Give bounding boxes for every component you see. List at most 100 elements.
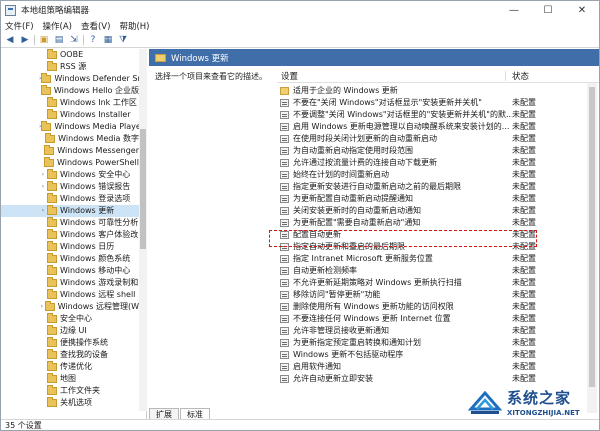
forward-arrow-icon[interactable]: ▶	[19, 35, 31, 46]
tree-scroll-thumb[interactable]	[140, 129, 146, 249]
folder-icon	[155, 53, 166, 62]
tree-item[interactable]: › Windows Defender Sr	[1, 72, 141, 85]
expand-arrow-icon[interactable]: ›	[39, 207, 47, 214]
expand-arrow-icon[interactable]: ›	[39, 183, 47, 190]
setting-row[interactable]: 不要连接任何 Windows 更新 Internet 位置 未配置	[277, 313, 587, 325]
policy-setting-icon	[280, 278, 289, 287]
menu-action[interactable]: 操作(A)	[43, 20, 72, 32]
back-arrow-icon[interactable]: ◀	[4, 35, 16, 46]
tree-item[interactable]: › Windows 安全中心	[1, 168, 139, 181]
policy-setting-icon	[280, 290, 289, 299]
setting-name: 始终在计划的时间重新启动	[293, 170, 389, 180]
tree-item[interactable]: Windows 日历	[1, 240, 139, 253]
menu-file[interactable]: 文件(F)	[5, 20, 34, 32]
setting-row[interactable]: 启用 Windows 更新电源管理以自动唤醒系统来安装计划的... 未配置	[277, 121, 587, 133]
tree-item[interactable]: › Windows 远程管理(W	[1, 300, 139, 313]
setting-row[interactable]: 移除访问"暂停更新"功能 未配置	[277, 289, 587, 301]
setting-row[interactable]: 不要调整"关闭 Windows"对话框里的"安装更新并关机"的默... 未配置	[277, 109, 587, 121]
setting-row[interactable]: 为自动重新启动指定使用时段范围 未配置	[277, 145, 587, 157]
tree-item[interactable]: 边缘 UI	[1, 324, 139, 337]
tree-item[interactable]: Windows PowerShell	[1, 156, 139, 169]
policy-setting-icon	[280, 98, 289, 107]
tree-item[interactable]: OOBE	[1, 49, 139, 61]
setting-row[interactable]: 不允许更新延期策略对 Windows 更新执行扫描 未配置	[277, 277, 587, 289]
tree-item[interactable]: 关机选项	[1, 396, 139, 409]
close-button[interactable]: ✕	[565, 1, 599, 19]
setting-row[interactable]: 允许非管理员接收更新通知 未配置	[277, 325, 587, 337]
properties-icon[interactable]: ▦	[102, 35, 114, 46]
tree-item-label: Windows Media 数字	[58, 134, 139, 144]
setting-row[interactable]: 关闭安装更新时的自动重新启动通知 未配置	[277, 205, 587, 217]
tree-item[interactable]: › Windows Media Playe	[1, 120, 141, 133]
tree-item[interactable]: Windows 移动中心	[1, 264, 139, 277]
up-folder-icon[interactable]: ▣	[38, 35, 50, 46]
tree-item[interactable]: Windows Ink 工作区	[1, 96, 139, 109]
tab-standard[interactable]: 标准	[180, 408, 210, 419]
tab-extended[interactable]: 扩展	[149, 408, 179, 419]
setting-row[interactable]: 允许通过按流量计费的连接自动下载更新 未配置	[277, 157, 587, 169]
toolbar-divider	[83, 35, 84, 45]
setting-state: 未配置	[512, 218, 536, 228]
tree-item[interactable]: Windows 颜色系统	[1, 252, 139, 265]
expand-arrow-icon[interactable]: ›	[39, 171, 47, 178]
settings-scrollbar[interactable]	[587, 83, 597, 413]
setting-row[interactable]: 删除使用所有 Windows 更新功能的访问权限 未配置	[277, 301, 587, 313]
column-state[interactable]: 状态	[512, 70, 529, 82]
help-icon[interactable]: ?	[87, 35, 99, 46]
setting-row[interactable]: 指定 Intranet Microsoft 更新服务位置 未配置	[277, 253, 587, 265]
folder-icon	[47, 180, 57, 191]
setting-row[interactable]: 启用软件通知 未配置	[277, 361, 587, 373]
setting-row[interactable]: 始终在计划的时间重新启动 未配置	[277, 169, 587, 181]
tree-item[interactable]: Windows 客户体验改	[1, 228, 139, 241]
setting-row[interactable]: 自动更新检测频率 未配置	[277, 265, 587, 277]
tree-item[interactable]: 安全中心	[1, 312, 139, 325]
window-title: 本地组策略编辑器	[21, 6, 90, 16]
menu-view[interactable]: 查看(V)	[81, 20, 110, 32]
setting-row[interactable]: 不要在"关闭 Windows"对话框显示"安装更新并关机" 未配置	[277, 97, 587, 109]
settings-folder-row[interactable]: 适用于企业的 Windows 更新	[277, 85, 587, 97]
tree-item[interactable]: Windows Hello 企业版	[1, 84, 139, 97]
setting-row[interactable]: 为更新配置自动重新启动提醒通知 未配置	[277, 193, 587, 205]
tree-item[interactable]: Windows Media 数字	[1, 132, 139, 145]
tree-item[interactable]: 工作文件夹	[1, 384, 139, 397]
setting-name: 适用于企业的 Windows 更新	[293, 86, 398, 96]
tree-item[interactable]: 查找我的设备	[1, 348, 139, 361]
folder-icon	[47, 204, 57, 215]
setting-row[interactable]: 为更新配置"需要自动重新启动"通知 未配置	[277, 217, 587, 229]
policy-setting-icon	[280, 302, 289, 311]
setting-row[interactable]: Windows 更新不包括驱动程序 未配置	[277, 349, 587, 361]
minimize-button[interactable]: —	[497, 1, 531, 19]
folder-icon	[44, 300, 55, 311]
show-hide-tree-icon[interactable]: ▤	[53, 35, 65, 46]
tree-item[interactable]: 传递优化	[1, 360, 139, 373]
tree-item[interactable]: Windows 游戏录制和	[1, 276, 139, 289]
tree-item[interactable]: Windows 登录选项	[1, 192, 139, 205]
setting-row[interactable]: 指定更新安装进行自动重新启动之前的最后期限 未配置	[277, 181, 587, 193]
menu-help[interactable]: 帮助(H)	[119, 20, 149, 32]
filter-icon[interactable]: ⧩	[117, 35, 129, 46]
tree-scrollbar[interactable]	[139, 49, 147, 411]
tree-item[interactable]: Windows Messenger	[1, 144, 139, 157]
folder-icon	[40, 84, 51, 95]
settings-scroll-thumb[interactable]	[589, 87, 595, 387]
setting-row[interactable]: 在使用时段关闭计划更新的自动重新启动 未配置	[277, 133, 587, 145]
tree-item[interactable]: Windows Installer	[1, 108, 139, 121]
tree-item[interactable]: Windows 可靠性分析	[1, 216, 139, 229]
tree-item-label: Windows Messenger	[57, 146, 139, 156]
policy-setting-icon	[280, 182, 289, 191]
tree-item[interactable]: 便携操作系统	[1, 336, 139, 349]
tree-item-label: Windows 客户体验改	[60, 230, 139, 240]
setting-name: 关闭安装更新时的自动重新启动通知	[293, 206, 421, 216]
maximize-button[interactable]: ☐	[531, 1, 565, 19]
tree-item[interactable]: Windows 远程 shell	[1, 288, 139, 301]
column-setting[interactable]: 设置	[281, 70, 298, 82]
tree-item[interactable]: › Windows 错误报告	[1, 180, 139, 193]
setting-row[interactable]: 为更新指定预定重启转换和通知计划 未配置	[277, 337, 587, 349]
tree-item-label: 传递优化	[60, 362, 92, 372]
column-divider[interactable]	[505, 71, 506, 81]
tree-item[interactable]: 地图	[1, 372, 139, 385]
setting-name: 指定 Intranet Microsoft 更新服务位置	[293, 254, 433, 264]
tree-item[interactable]: › Windows 更新	[1, 204, 139, 217]
tree-item[interactable]: RSS 源	[1, 60, 139, 73]
export-icon[interactable]: ⇲	[68, 35, 80, 46]
